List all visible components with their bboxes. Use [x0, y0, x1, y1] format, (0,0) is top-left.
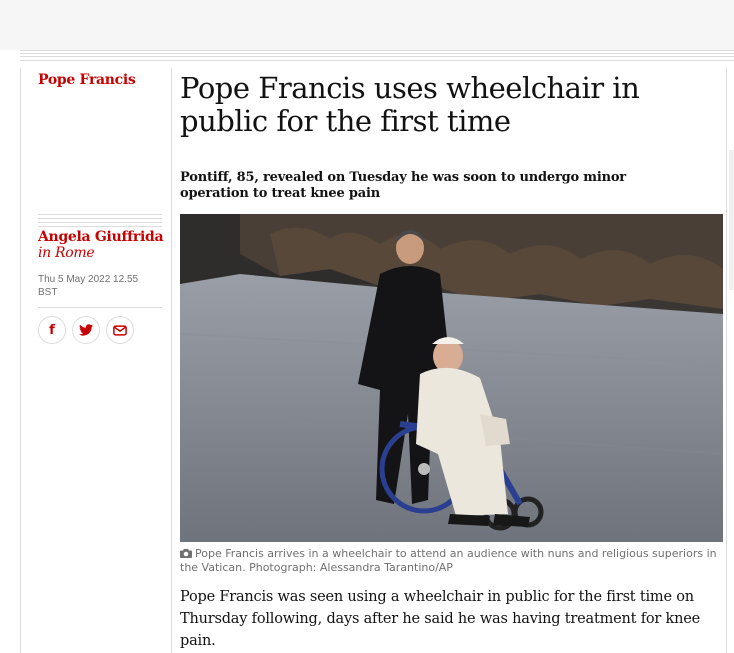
share-facebook-button[interactable]: f [38, 316, 66, 344]
section-label[interactable]: Pope Francis [38, 72, 136, 88]
left-column-rule [20, 68, 21, 653]
facebook-icon: f [49, 322, 55, 338]
top-bar [0, 0, 734, 50]
article-body: Pope Francis was seen using a wheelchair… [180, 589, 701, 649]
camera-icon [180, 549, 192, 558]
share-twitter-button[interactable] [72, 316, 100, 344]
header-divider [20, 50, 734, 51]
header-divider [20, 53, 734, 54]
article-headline: Pope Francis uses wheelchair in public f… [180, 71, 640, 138]
email-icon [113, 324, 127, 336]
header-divider [20, 56, 734, 57]
author-link[interactable]: Angela Giuffrida [38, 229, 164, 245]
header-divider [20, 60, 734, 61]
caption-text: Pope Francis arrives in a wheelchair to … [180, 547, 717, 574]
pope-wheelchair-photo [180, 214, 723, 542]
article-photo[interactable] [180, 214, 723, 542]
photo-caption: Pope Francis arrives in a wheelchair to … [180, 547, 720, 575]
article-standfirst: Pontiff, 85, revealed on Tuesday he was … [180, 170, 626, 201]
byline-divider [38, 214, 162, 230]
meta-divider [38, 307, 162, 308]
content-column-rule [171, 68, 172, 653]
publish-date: Thu 5 May 2022 12.55 BST [38, 274, 139, 298]
right-rail-panel [729, 150, 734, 290]
twitter-icon [79, 324, 93, 336]
share-email-button[interactable] [106, 316, 134, 344]
author-location: in Rome [38, 245, 95, 261]
right-rail [726, 68, 734, 653]
